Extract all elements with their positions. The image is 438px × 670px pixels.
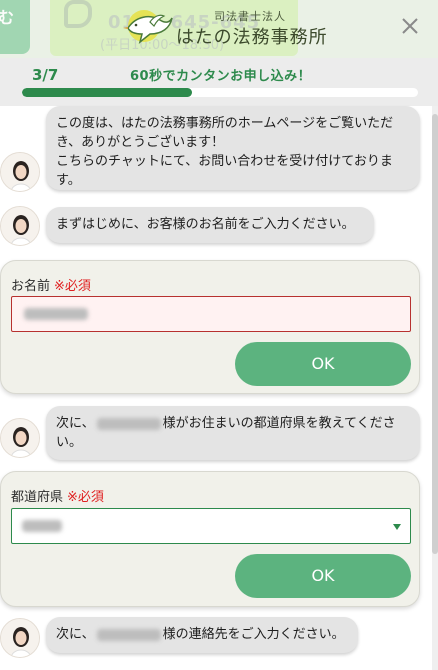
scrollbar-thumb[interactable] [432, 114, 438, 554]
chat-message: 次に、 様の連絡先をご入力ください。 [46, 617, 358, 653]
name-ok-button[interactable]: OK [235, 342, 411, 386]
background-side-tab-text: む [0, 8, 15, 27]
progress-bar [22, 88, 418, 97]
operator-avatar-icon [1, 153, 39, 191]
name-field-label: お名前 ※必須 [11, 275, 91, 294]
prefecture-select[interactable] [11, 508, 411, 544]
prefecture-ok-button[interactable]: OK [235, 554, 411, 598]
chat-message-prefix: 次に、 [56, 627, 95, 642]
scrollbar[interactable] [432, 106, 438, 670]
prefecture-field-label: 都道府県 ※必須 [11, 486, 104, 505]
background-side-tab: む [0, 0, 30, 54]
redacted-text [22, 520, 62, 532]
operator-avatar [0, 206, 40, 246]
chat-message: まずはじめに、お客様のお名前をご入力ください。 [46, 207, 374, 243]
chat-message-text: まずはじめに、お客様のお名前をご入力ください。 [56, 217, 355, 232]
chat-message: 次に、 様がお住まいの都道府県を教えてください。 [46, 406, 420, 460]
name-form: お名前 ※必須 OK [0, 260, 420, 394]
chat-message-prefix: 次に、 [56, 416, 95, 431]
progress-bar-fill [22, 88, 193, 97]
logo-title: はたの法務事務所 [176, 27, 328, 48]
phone-icon [64, 0, 92, 28]
chevron-down-icon [393, 524, 401, 530]
close-button[interactable] [396, 12, 424, 40]
prefecture-form: 都道府県 ※必須 OK [0, 471, 420, 607]
chat-area: この度は、はたの法務事務所のホームページをご覧いただき、ありがとうございます！ … [0, 106, 432, 670]
chat-message: この度は、はたの法務事務所のホームページをご覧いただき、ありがとうございます！ … [46, 106, 420, 190]
prefecture-label-text: 都道府県 [11, 490, 64, 505]
step-indicator: 3/7 [32, 66, 59, 84]
redacted-name [96, 628, 161, 641]
dove-logo-icon [123, 10, 173, 44]
close-icon [402, 18, 418, 34]
operator-avatar [0, 418, 40, 458]
chat-message-text: この度は、はたの法務事務所のホームページをご覧いただき、ありがとうございます！ … [56, 116, 394, 188]
chat-message-suffix: 様の連絡先をご入力ください。 [162, 627, 345, 642]
operator-avatar [0, 618, 40, 658]
name-input[interactable] [11, 296, 411, 332]
redacted-text [24, 308, 88, 320]
operator-avatar-icon [1, 419, 39, 457]
operator-avatar-icon [1, 619, 39, 657]
redacted-name [96, 417, 161, 430]
operator-avatar-icon [1, 207, 39, 245]
operator-avatar [0, 152, 40, 192]
promo-text: 60秒でカンタンお申し込み！ [130, 69, 312, 84]
name-label-text: お名前 [11, 279, 51, 294]
required-mark: ※必須 [67, 490, 104, 505]
required-mark: ※必須 [54, 279, 91, 294]
progress-section: 3/7 60秒でカンタンお申し込み！ [0, 58, 438, 106]
logo-subtitle: 司法書士法人 [214, 10, 286, 23]
site-logo: 司法書士法人 はたの法務事務所 [120, 4, 327, 48]
